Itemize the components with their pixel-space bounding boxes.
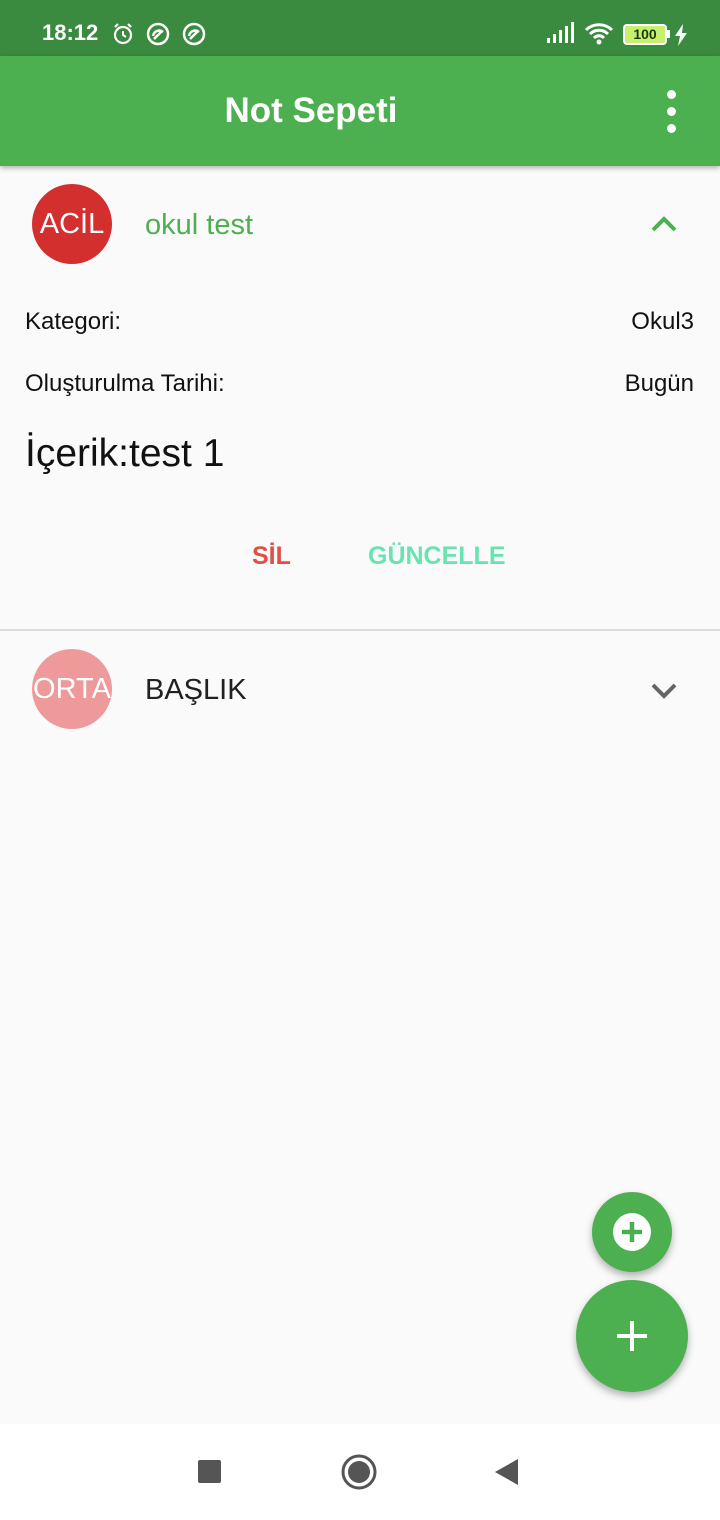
add-note-fab[interactable] xyxy=(576,1280,688,1392)
charging-icon xyxy=(675,24,687,46)
update-button[interactable]: GÜNCELLE xyxy=(368,542,506,571)
more-vert-icon[interactable] xyxy=(650,90,694,134)
battery-icon: 100 xyxy=(623,24,667,45)
delete-button[interactable]: SİL xyxy=(252,542,291,571)
category-label: Kategori: xyxy=(25,308,122,335)
battery-tip xyxy=(667,30,670,38)
priority-avatar: ORTA xyxy=(32,649,112,729)
system-nav-bar xyxy=(0,1424,720,1520)
note-content: İçerik:test 1 xyxy=(25,432,225,475)
battery-level: 100 xyxy=(633,26,657,42)
category-value: Okul3 xyxy=(631,308,694,335)
home-circle-icon[interactable] xyxy=(341,1454,377,1490)
add-circle-icon xyxy=(613,1213,651,1251)
recents-square-icon[interactable] xyxy=(198,1454,222,1490)
signal-icon xyxy=(547,22,574,43)
chevron-up-icon[interactable] xyxy=(646,212,682,236)
alarm-icon xyxy=(113,23,133,45)
add-category-fab[interactable] xyxy=(592,1192,672,1272)
priority-avatar: ACİL xyxy=(32,184,112,264)
sync-icon xyxy=(146,22,170,46)
note-item-collapsed: ORTA BAŞLIK xyxy=(0,631,720,749)
status-bar: 18:12 100 xyxy=(0,0,720,56)
date-value: Bugün xyxy=(624,370,694,397)
app-title: Not Sepeti xyxy=(224,91,398,130)
note-item-expanded: ACİL okul test Kategori: Okul3 Oluşturul… xyxy=(0,166,720,630)
sync-icon xyxy=(182,22,206,46)
date-label: Oluşturulma Tarihi: xyxy=(25,370,225,397)
note-header[interactable]: ORTA BAŞLIK xyxy=(0,649,720,739)
wifi-icon xyxy=(584,23,614,45)
add-icon xyxy=(617,1321,647,1351)
note-title: okul test xyxy=(145,209,253,241)
app-bar: Not Sepeti xyxy=(0,56,720,166)
note-title: BAŞLIK xyxy=(145,674,247,706)
note-header[interactable]: ACİL okul test xyxy=(0,184,720,274)
status-time: 18:12 xyxy=(42,20,99,45)
chevron-down-icon[interactable] xyxy=(646,678,682,702)
back-triangle-icon[interactable] xyxy=(494,1454,520,1490)
